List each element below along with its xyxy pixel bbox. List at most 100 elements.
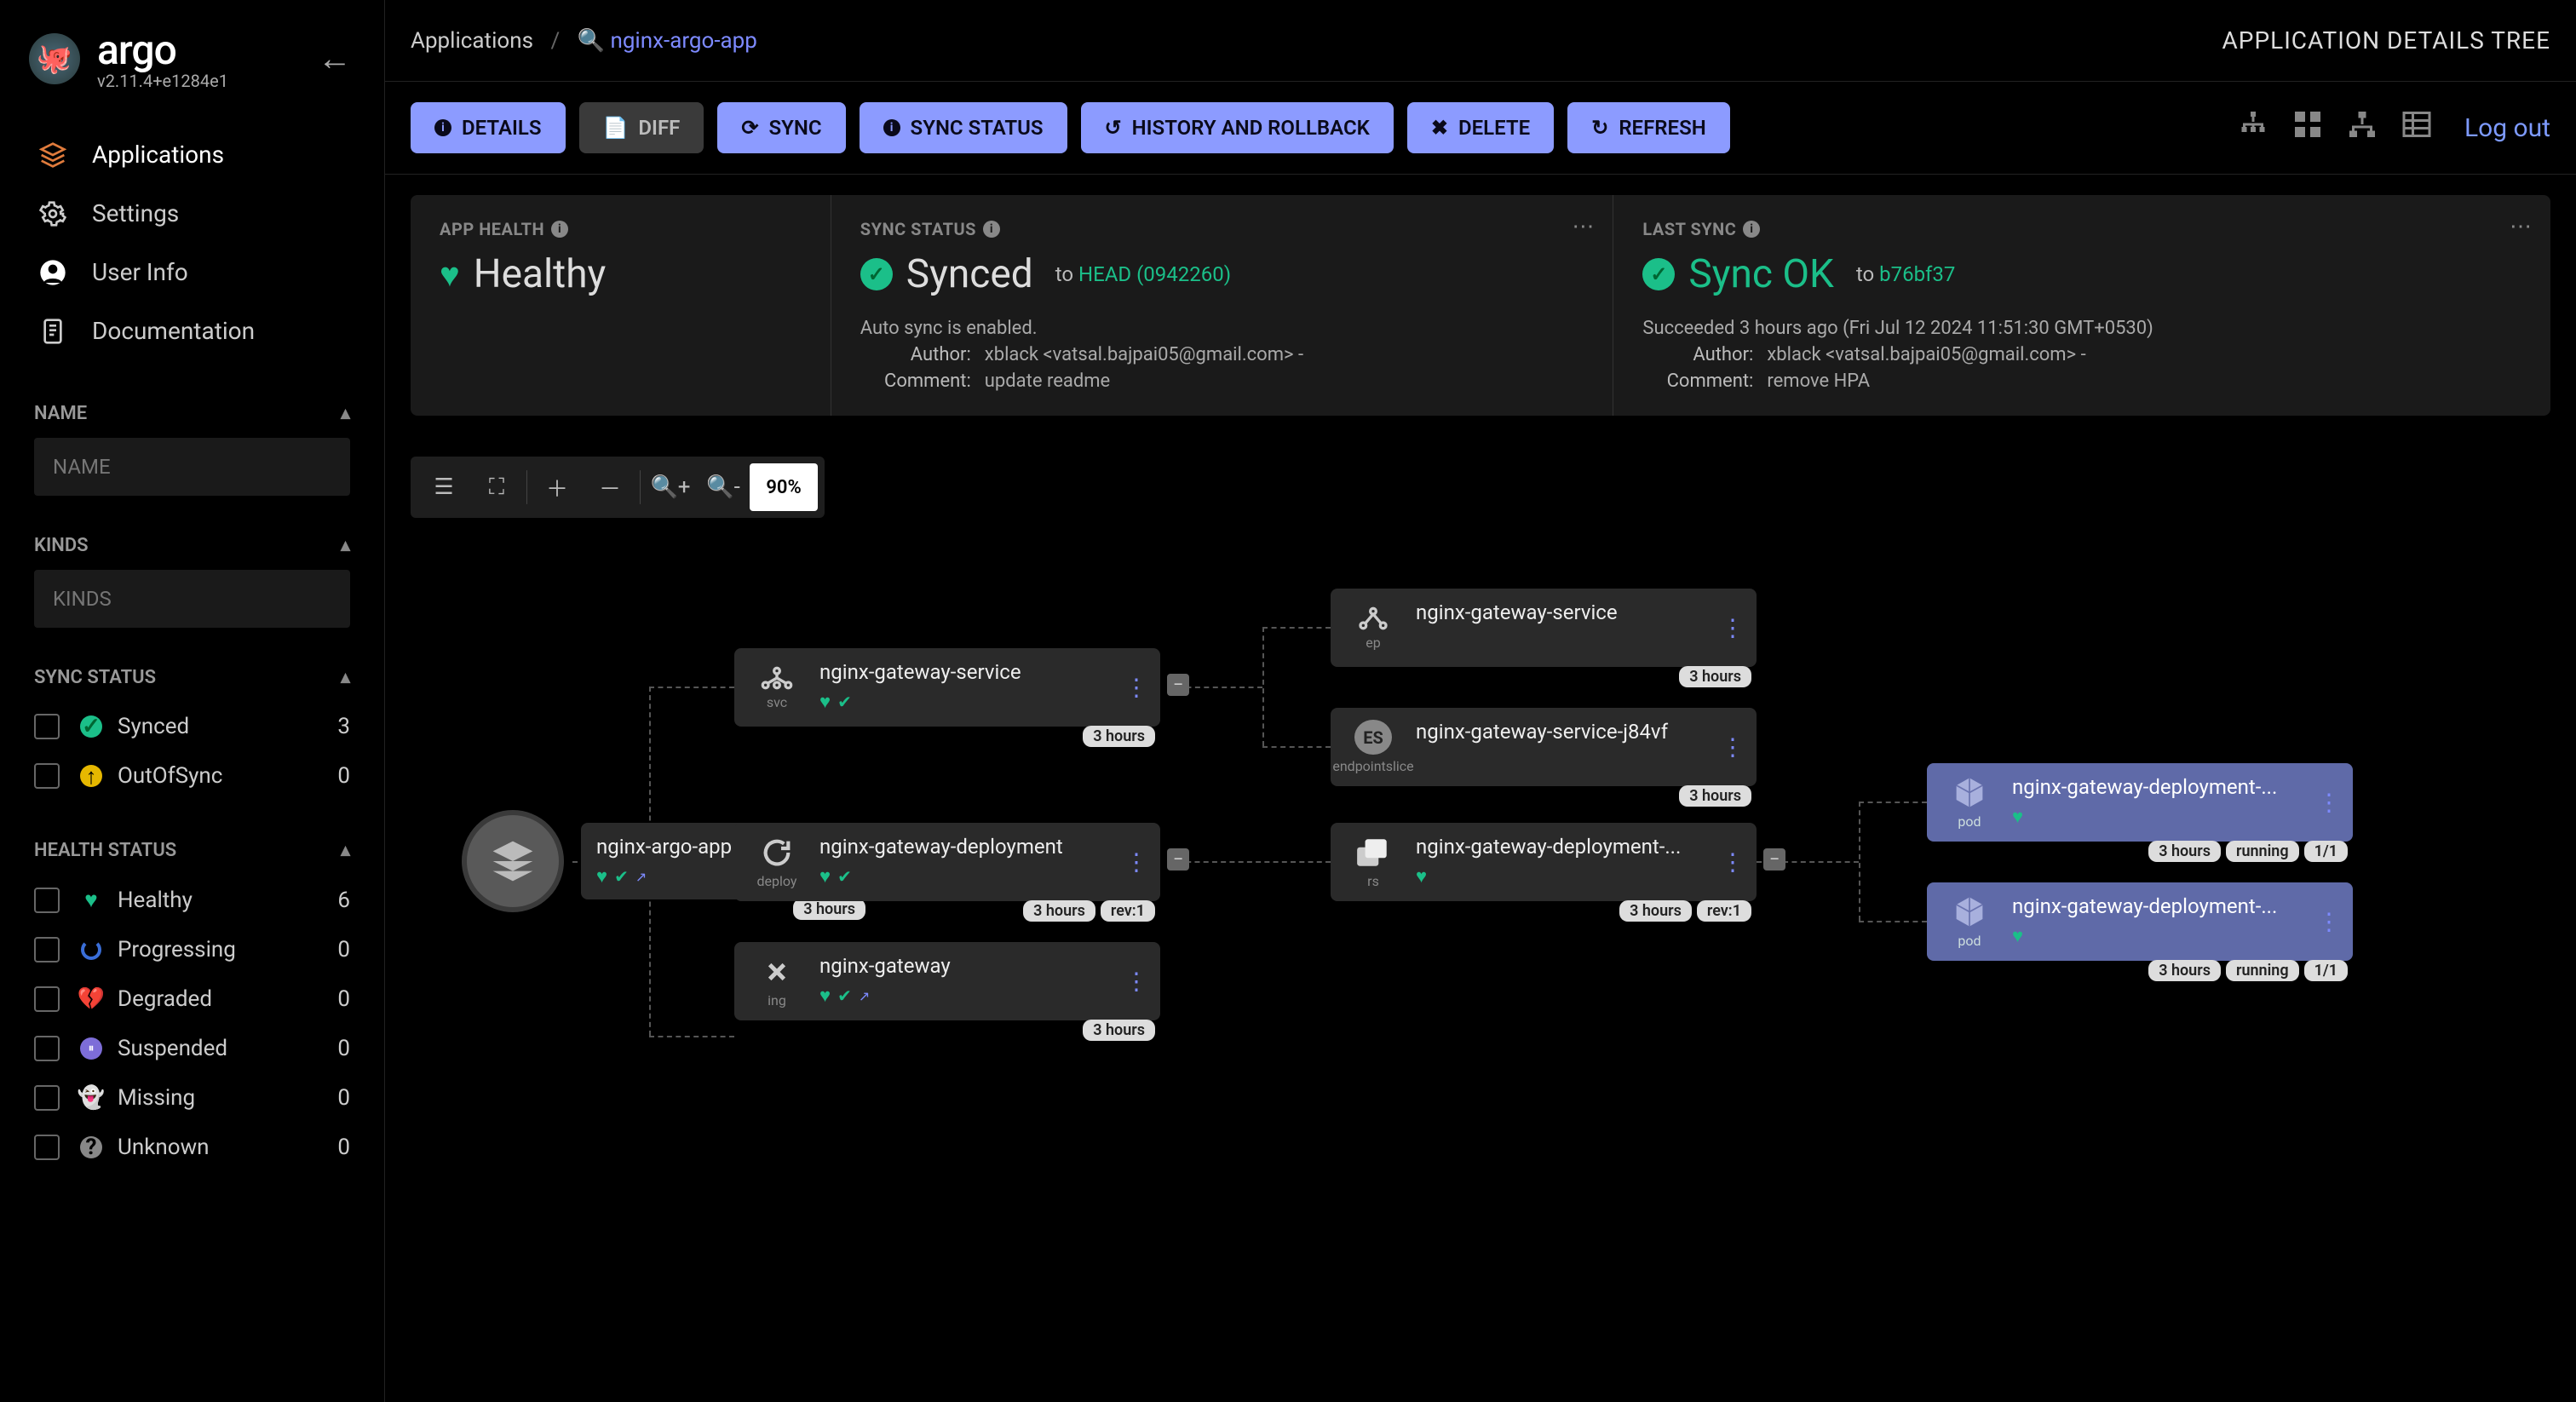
checkbox[interactable]	[34, 714, 60, 739]
filter-synced[interactable]: ✓ Synced 3	[34, 702, 350, 751]
gear-icon	[34, 200, 72, 227]
nav-settings[interactable]: Settings	[0, 184, 384, 243]
sync-status-button[interactable]: iSYNC STATUS	[860, 102, 1067, 153]
last-sync-line: Succeeded 3 hours ago (Fri Jul 12 2024 1…	[1642, 318, 2521, 339]
filter-kinds-input[interactable]	[34, 570, 350, 628]
progress-icon	[77, 939, 106, 960]
check-icon: ✔	[614, 866, 629, 887]
checkbox[interactable]	[34, 937, 60, 962]
history-button[interactable]: ↺HISTORY AND ROLLBACK	[1081, 102, 1394, 153]
filter-degraded[interactable]: 💔Degraded0	[34, 974, 350, 1024]
node-service[interactable]: svc nginx-gateway-service♥✔ ⋮ 3 hours	[734, 648, 1160, 727]
checkbox[interactable]	[34, 986, 60, 1012]
last-sync-revision-link[interactable]: b76bf37	[1879, 262, 1955, 286]
filter-suspended[interactable]: ⏸Suspended0	[34, 1024, 350, 1073]
root-app-icon[interactable]	[462, 810, 564, 912]
heart-icon: ♥	[77, 887, 106, 913]
unknown-icon: ?	[77, 1136, 106, 1158]
caret-up-icon[interactable]: ▴	[341, 535, 350, 556]
nav-user-info[interactable]: User Info	[0, 243, 384, 302]
node-replicaset[interactable]: rs nginx-gateway-deployment-...♥ ⋮ 3 hou…	[1331, 823, 1757, 901]
info-icon[interactable]: i	[983, 221, 1000, 238]
brand-version: v2.11.4+e1284e1	[97, 71, 228, 91]
delete-button[interactable]: ✖DELETE	[1407, 102, 1554, 153]
node-menu-icon[interactable]: ⋮	[1124, 674, 1148, 702]
diff-button[interactable]: 📄DIFF	[579, 102, 704, 153]
node-menu-icon[interactable]: ⋮	[2317, 908, 2341, 936]
menu-icon[interactable]: ⋯	[1572, 214, 1594, 239]
filter-progressing[interactable]: Progressing0	[34, 925, 350, 974]
node-pod[interactable]: pod nginx-gateway-deployment-...♥ ⋮ 3 ho…	[1927, 763, 2353, 842]
heart-icon: ♥	[440, 255, 460, 295]
filter-outofsync[interactable]: ↑ OutOfSync 0	[34, 751, 350, 801]
check-icon	[1642, 258, 1675, 290]
collapse-toggle[interactable]: −	[1167, 848, 1189, 871]
filter-count: 0	[337, 763, 350, 789]
nav-documentation[interactable]: Documentation	[0, 302, 384, 360]
last-sync-value: Sync OK	[1688, 251, 1833, 297]
node-menu-icon[interactable]: ⋮	[1721, 733, 1745, 761]
logout-link[interactable]: Log out	[2464, 113, 2550, 143]
ghost-icon: 👻	[77, 1085, 106, 1111]
collapse-toggle[interactable]: −	[1167, 674, 1189, 696]
view-grid-icon[interactable]	[2292, 109, 2323, 147]
breadcrumb-app[interactable]: nginx-argo-app	[610, 28, 756, 54]
menu-icon[interactable]: ⋯	[2510, 214, 2532, 239]
node-endpoints[interactable]: ep nginx-gateway-service ⋮ 3 hours	[1331, 589, 1757, 667]
node-menu-icon[interactable]: ⋮	[1124, 968, 1148, 996]
checkbox[interactable]	[34, 1036, 60, 1061]
nav-label: Applications	[92, 141, 224, 169]
node-ingress[interactable]: ing nginx-gateway♥✔↗ ⋮ 3 hours	[734, 942, 1160, 1020]
collapse-sidebar-button[interactable]: ←	[311, 32, 359, 85]
filter-missing[interactable]: 👻Missing0	[34, 1073, 350, 1123]
details-button[interactable]: iDETAILS	[411, 102, 566, 153]
checkbox[interactable]	[34, 763, 60, 789]
caret-up-icon[interactable]: ▴	[341, 667, 350, 688]
sync-revision-link[interactable]: HEAD (0942260)	[1078, 262, 1231, 286]
external-link-icon[interactable]: ↗	[859, 988, 870, 1004]
app-health-label: APP HEALTH	[440, 219, 544, 239]
node-pod[interactable]: pod nginx-gateway-deployment-...♥ ⋮ 3 ho…	[1927, 882, 2353, 961]
heart-icon: ♥	[596, 865, 607, 888]
collapse-toggle[interactable]: −	[1763, 848, 1785, 871]
node-menu-icon[interactable]: ⋮	[2317, 789, 2341, 817]
caret-up-icon[interactable]: ▴	[341, 840, 350, 861]
filter-name-head: NAME	[34, 403, 87, 424]
refresh-icon: ↻	[1591, 116, 1608, 140]
node-menu-icon[interactable]: ⋮	[1721, 848, 1745, 876]
last-sync-label: LAST SYNC	[1642, 219, 1736, 239]
view-network-icon[interactable]	[2347, 109, 2378, 147]
info-icon[interactable]: i	[1743, 221, 1760, 238]
checkbox[interactable]	[34, 1135, 60, 1160]
breadcrumb-separator: /	[550, 28, 560, 54]
info-icon: i	[434, 119, 451, 136]
sync-button[interactable]: ⟳SYNC	[717, 102, 845, 153]
filter-label: OutOfSync	[118, 763, 222, 789]
nav-applications[interactable]: Applications	[0, 125, 384, 184]
filter-name-input[interactable]	[34, 438, 350, 496]
checkbox[interactable]	[34, 1085, 60, 1111]
info-icon: i	[883, 119, 900, 136]
node-endpointslice[interactable]: ESendpointslice nginx-gateway-service-j8…	[1331, 708, 1757, 786]
layers-icon	[34, 141, 72, 169]
node-menu-icon[interactable]: ⋮	[1124, 848, 1148, 876]
sync-status-label: SYNC STATUS	[860, 219, 976, 239]
nav-label: User Info	[92, 258, 188, 286]
view-list-icon[interactable]	[2401, 109, 2432, 147]
node-deployment[interactable]: deploy nginx-gateway-deployment♥✔ ⋮ 3 ho…	[734, 823, 1160, 901]
view-tree-icon[interactable]	[2238, 109, 2268, 147]
sync-icon: ⟳	[741, 116, 758, 140]
check-icon	[860, 258, 893, 290]
node-menu-icon[interactable]: ⋮	[1721, 614, 1745, 642]
breadcrumb-root[interactable]: Applications	[411, 28, 533, 54]
filter-sync-head: SYNC STATUS	[34, 667, 156, 688]
caret-up-icon[interactable]: ▴	[341, 403, 350, 424]
search-icon[interactable]: 🔍	[578, 28, 605, 54]
info-icon[interactable]: i	[551, 221, 568, 238]
external-link-icon[interactable]: ↗	[635, 869, 647, 885]
filter-healthy[interactable]: ♥Healthy6	[34, 875, 350, 925]
refresh-button[interactable]: ↻REFRESH	[1567, 102, 1730, 153]
diff-icon: 📄	[603, 116, 629, 140]
filter-unknown[interactable]: ?Unknown0	[34, 1123, 350, 1172]
checkbox[interactable]	[34, 888, 60, 913]
